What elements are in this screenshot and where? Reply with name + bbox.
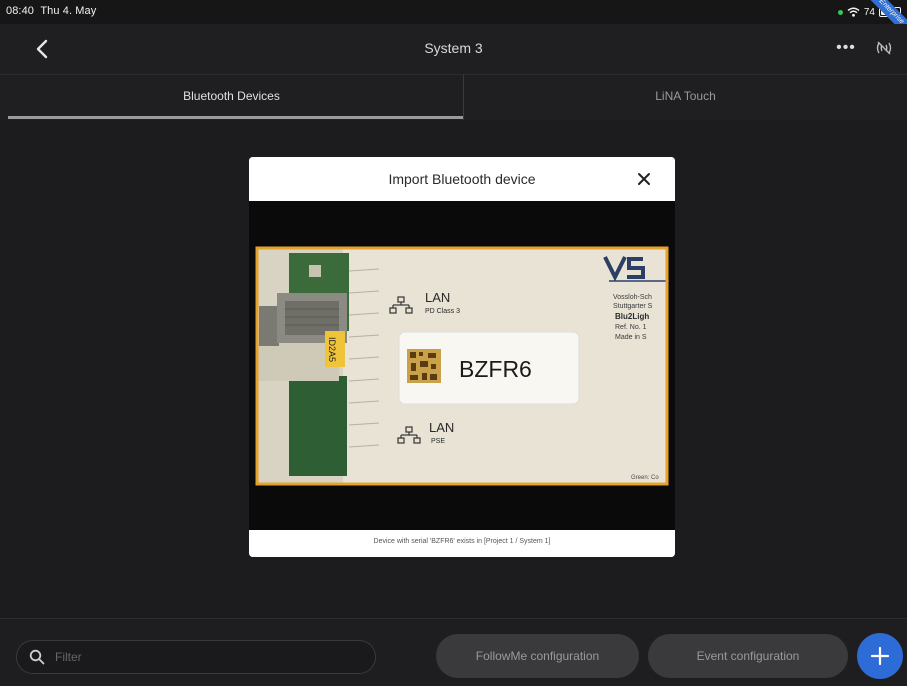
navigation-bar: System 3 ••• bbox=[0, 24, 907, 74]
active-tab-indicator bbox=[8, 116, 463, 119]
lan-top-sublabel: PD Class 3 bbox=[425, 308, 460, 315]
lan-bottom-label: LAN bbox=[429, 420, 454, 435]
status-date: Thu 4. May bbox=[40, 5, 97, 17]
tab-bluetooth-devices[interactable]: Bluetooth Devices bbox=[0, 75, 463, 120]
status-time: 08:40 bbox=[6, 5, 35, 17]
nameplate-bottom-text: Green: Co bbox=[631, 475, 659, 481]
signal-off-icon bbox=[876, 41, 892, 55]
search-icon bbox=[29, 649, 45, 665]
camera-scene: ID2A5 LAN PD Class 3 LAN PSE BZFR6 Vossl… bbox=[255, 246, 669, 486]
more-horizontal-icon: ••• bbox=[836, 39, 856, 56]
close-button[interactable] bbox=[633, 168, 655, 190]
tab-lina-touch[interactable]: LiNA Touch bbox=[464, 75, 907, 120]
tab-bar: Bluetooth Devices LiNA Touch bbox=[0, 74, 907, 120]
page-title: System 3 bbox=[424, 40, 483, 56]
app-screen: 08:40 Thu 4. May 74 Enterprise System 3 … bbox=[0, 0, 907, 686]
bottom-toolbar: FollowMe configuration Event configurati… bbox=[0, 618, 907, 686]
battery-percent: 74 bbox=[863, 6, 875, 18]
nameplate-line-4: Ref. No. 1 bbox=[615, 324, 647, 331]
plus-icon bbox=[870, 646, 890, 666]
device-exists-message: Device with serial 'BZFR6' exists in [Pr… bbox=[373, 538, 551, 545]
nameplate-line-1: Vossloh-Sch bbox=[613, 294, 652, 301]
serial-number: BZFR6 bbox=[459, 356, 532, 382]
dialog-header: Import Bluetooth device bbox=[249, 157, 675, 201]
nameplate-line-3: Blu2Ligh bbox=[615, 312, 649, 321]
nameplate-line-2: Stuttgarter S bbox=[613, 303, 653, 310]
dialog-title: Import Bluetooth device bbox=[388, 171, 536, 187]
qr-code-icon bbox=[407, 349, 441, 383]
wifi-icon bbox=[847, 7, 860, 17]
signal-button[interactable] bbox=[872, 36, 896, 60]
camera-preview[interactable]: ID2A5 LAN PD Class 3 LAN PSE BZFR6 Vossl… bbox=[249, 201, 675, 530]
side-label: ID2A5 bbox=[327, 337, 337, 362]
lan-bottom-sublabel: PSE bbox=[431, 438, 445, 445]
filter-input[interactable] bbox=[55, 647, 355, 667]
status-bar: 08:40 Thu 4. May 74 Enterprise bbox=[0, 0, 907, 38]
add-button[interactable] bbox=[857, 633, 903, 679]
dialog-footer: Device with serial 'BZFR6' exists in [Pr… bbox=[249, 530, 675, 557]
import-bluetooth-dialog: Import Bluetooth device ID2A5 LAN PD Cla… bbox=[249, 157, 675, 557]
followme-configuration-button[interactable]: FollowMe configuration bbox=[436, 634, 639, 678]
filter-field[interactable] bbox=[16, 640, 376, 674]
camera-in-use-dot-icon bbox=[837, 9, 843, 15]
more-button[interactable]: ••• bbox=[834, 37, 858, 61]
lan-top-label: LAN bbox=[425, 290, 450, 305]
close-icon bbox=[638, 173, 650, 185]
event-configuration-button[interactable]: Event configuration bbox=[648, 634, 848, 678]
nameplate-line-5: Made in S bbox=[615, 334, 647, 341]
status-time-date: 08:40 Thu 4. May bbox=[6, 5, 96, 17]
